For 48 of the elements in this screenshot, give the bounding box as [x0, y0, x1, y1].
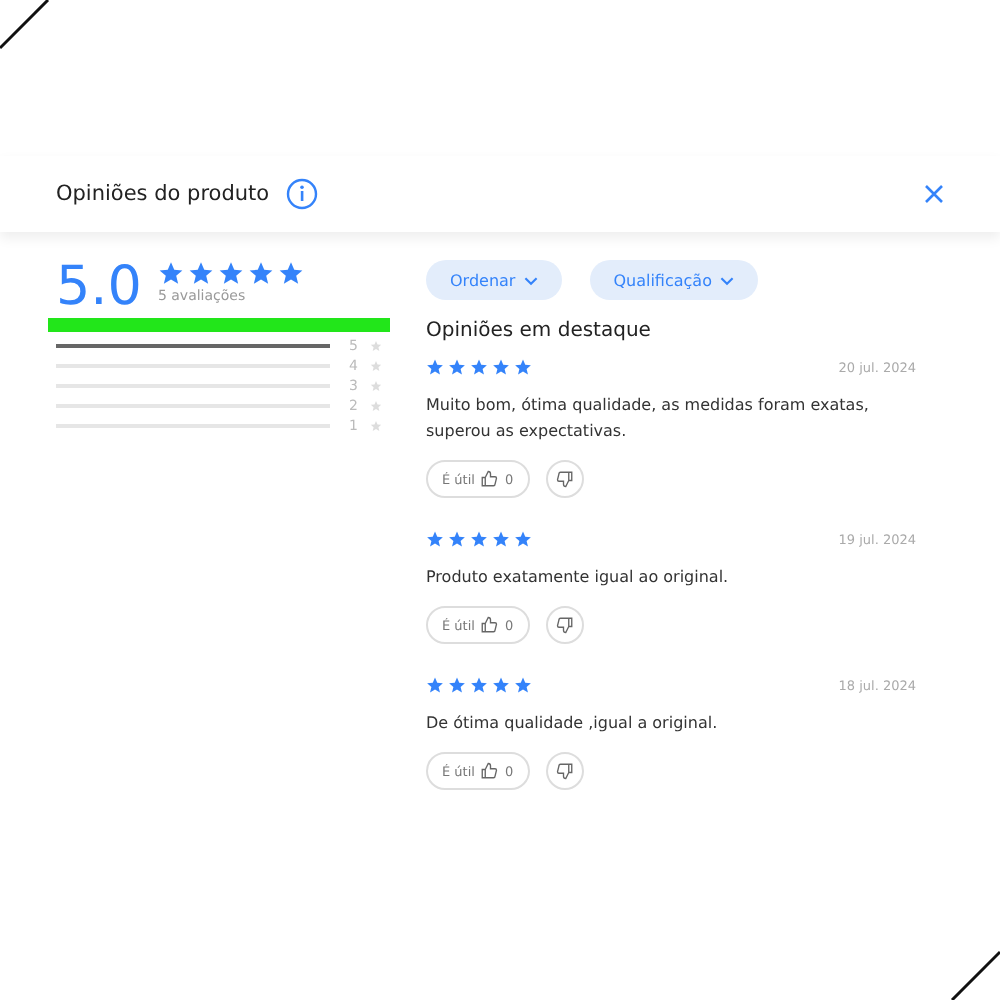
star-icon — [277, 260, 304, 286]
star-icon — [448, 676, 466, 694]
filter-button[interactable]: Qualificação — [589, 260, 758, 300]
thumbs-up-icon — [480, 470, 499, 488]
filter-button[interactable]: Ordenar — [426, 260, 562, 300]
info-icon[interactable] — [285, 178, 318, 210]
review-text: De ótima qualidade ,igual a original. — [426, 712, 720, 736]
chevron-down-icon — [523, 275, 538, 285]
chevron-down-icon — [719, 275, 734, 285]
star-icon — [370, 420, 382, 432]
rating-score: 5.0 — [56, 260, 142, 314]
section-title: Opiniões em destaque — [426, 320, 653, 342]
star-icon — [187, 260, 214, 286]
star-icon — [514, 530, 532, 548]
star-icon — [370, 360, 382, 372]
thumbs-down-icon — [555, 470, 574, 488]
review-text: Muito bom, ótima qualidade, as medidas foram exatas, superou as expectativas. — [426, 394, 871, 444]
star-icon — [514, 676, 532, 694]
thumbs-down-icon — [555, 762, 574, 780]
review-text: Produto exatamente igual ao original. — [426, 566, 731, 590]
star-icon — [370, 400, 382, 412]
star-icon — [370, 380, 382, 392]
star-icon — [448, 530, 466, 548]
close-icon[interactable] — [924, 184, 944, 204]
star-icon — [426, 358, 444, 376]
star-icon — [247, 260, 274, 286]
corner-line — [948, 948, 1000, 1000]
dislike-button[interactable] — [545, 752, 584, 790]
star-icon — [426, 676, 444, 694]
star-icon — [370, 340, 382, 352]
star-icon — [492, 676, 510, 694]
dislike-button[interactable] — [545, 460, 584, 498]
star-icon — [470, 530, 488, 548]
corner-line — [0, 0, 52, 52]
dislike-button[interactable] — [545, 606, 584, 644]
star-icon — [470, 676, 488, 694]
thumbs-down-icon — [555, 616, 574, 634]
star-icon — [492, 358, 510, 376]
star-icon — [448, 358, 466, 376]
star-icon — [157, 260, 184, 286]
star-icon — [426, 530, 444, 548]
dialog-title: Opiniões do produto — [56, 182, 270, 206]
thumbs-up-icon — [480, 762, 499, 780]
star-icon — [492, 530, 510, 548]
thumbs-up-icon — [480, 616, 499, 634]
star-icon — [470, 358, 488, 376]
star-icon — [514, 358, 532, 376]
star-icon — [217, 260, 244, 286]
